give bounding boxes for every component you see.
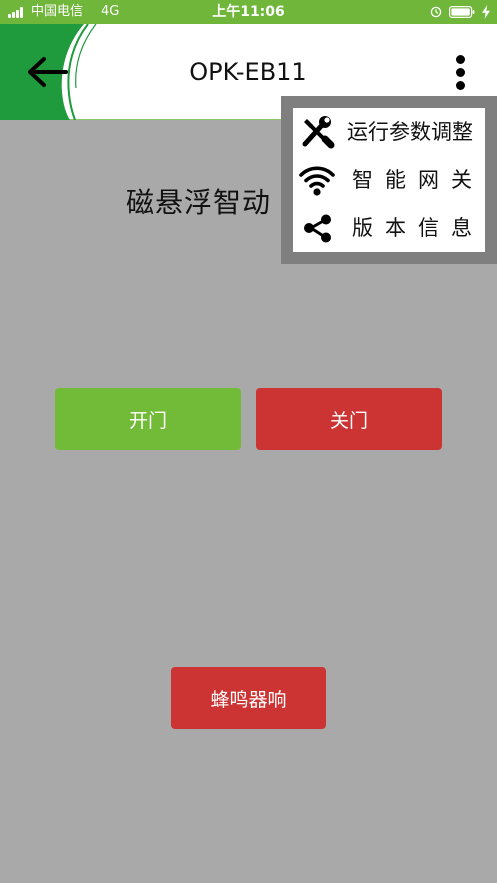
- menu-item-gateway[interactable]: 智能网关: [293, 156, 485, 204]
- close-door-button[interactable]: 关门: [256, 388, 442, 450]
- menu-item-version[interactable]: 版本信息: [293, 204, 485, 252]
- page-title: OPK-EB11: [189, 58, 307, 86]
- options-menu: 运行参数调整 智能网关 版本信息: [293, 108, 485, 252]
- alarm-icon: [430, 6, 442, 18]
- wifi-icon: [299, 166, 335, 196]
- status-bar: 中国电信 4G 上午11:06: [0, 0, 497, 24]
- device-name: 磁悬浮智动: [126, 186, 272, 219]
- more-options-icon[interactable]: [446, 54, 474, 92]
- menu-item-label: 版本信息: [352, 216, 484, 240]
- status-time: 上午11:06: [212, 4, 285, 20]
- menu-item-label: 智能网关: [352, 168, 484, 192]
- battery-icon: [449, 6, 475, 18]
- menu-item-parameters[interactable]: 运行参数调整: [293, 108, 485, 156]
- back-arrow-icon[interactable]: [22, 50, 72, 94]
- buzzer-button[interactable]: 蜂鸣器响: [171, 667, 326, 729]
- charging-icon: [482, 5, 490, 19]
- tools-icon: [302, 116, 335, 149]
- open-door-button[interactable]: 开门: [55, 388, 241, 450]
- menu-item-label: 运行参数调整: [347, 120, 473, 144]
- share-icon: [304, 214, 331, 243]
